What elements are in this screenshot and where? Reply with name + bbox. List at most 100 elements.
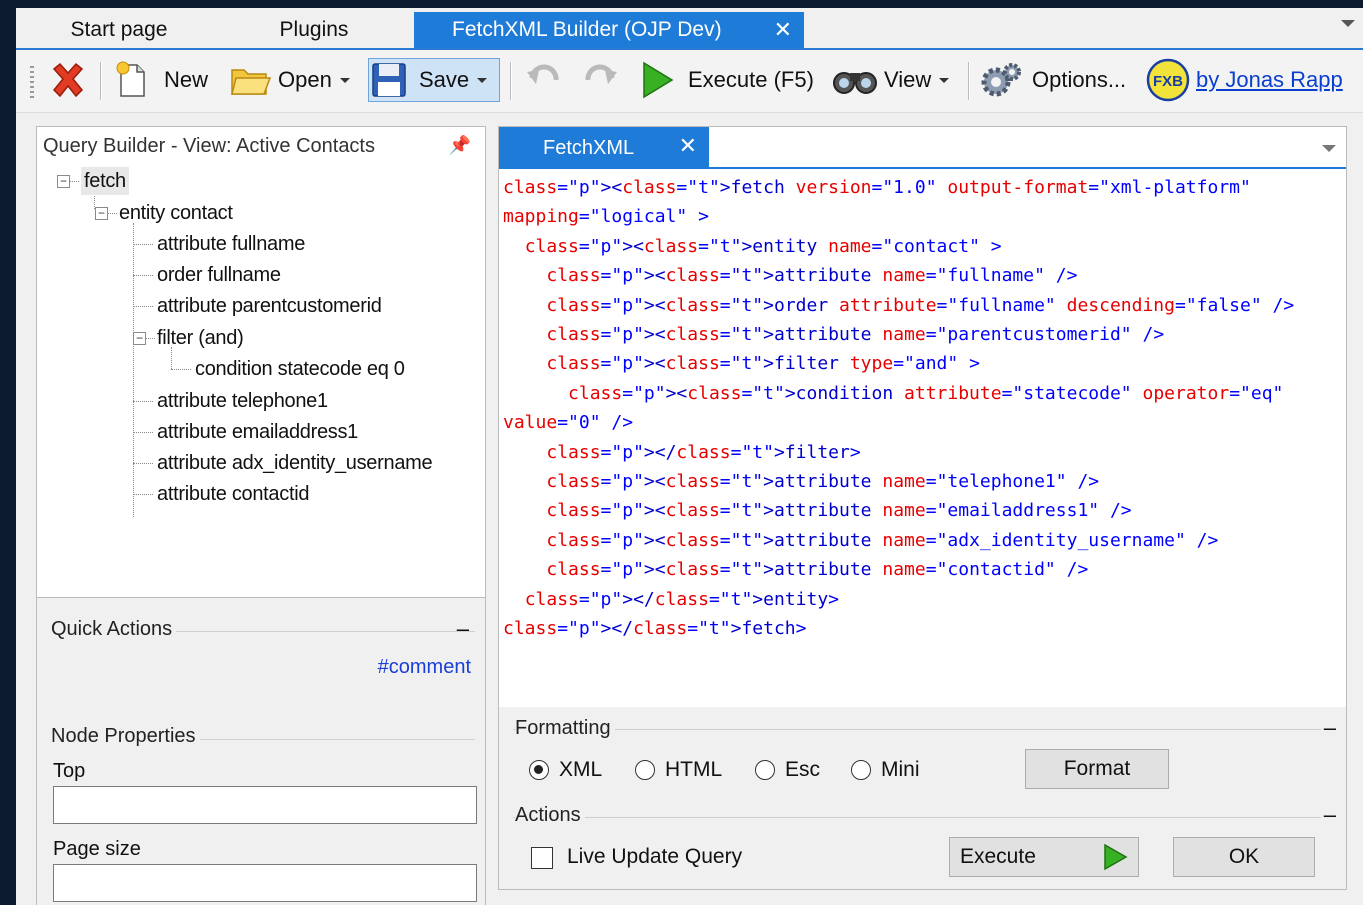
new-document-icon [116,61,145,97]
save-button[interactable]: Save [368,58,500,102]
tab-label: Plugins [279,18,349,41]
toolbar: New Open Save Execute (F5) View Options.… [16,50,1363,113]
tab-plugins[interactable]: Plugins [216,12,412,48]
tab-fetchxml[interactable]: FetchXML ✕ [499,127,709,167]
top-input[interactable] [53,786,477,824]
tree-node[interactable]: attribute emailaddress1 [157,418,358,446]
tree-connector [171,369,191,370]
tree-node[interactable]: attribute adx_identity_username [157,449,433,477]
tree-node[interactable]: attribute parentcustomerid [157,292,382,320]
collapse-fetch-icon[interactable]: − [57,175,70,188]
open-button[interactable]: Open [228,58,350,102]
fetchxml-editor[interactable]: class="p"><class="t">fetch version="1.0"… [503,173,1333,644]
ok-button[interactable]: OK [1173,837,1315,877]
tree-node-condition[interactable]: condition statecode eq 0 [195,355,405,383]
close-icon[interactable]: ✕ [774,12,792,48]
tree-node[interactable]: attribute fullname [157,230,305,258]
author-link[interactable]: FXB by Jonas Rapp [1146,58,1343,102]
query-builder-panel: Query Builder - View: Active Contacts 📌 … [36,126,486,905]
radio-html[interactable]: HTML [635,758,722,782]
tree-connector [145,338,155,339]
execute-button-label: Execute [960,845,1036,868]
radio-label: HTML [665,758,723,781]
tree-node[interactable]: attribute contactid [157,480,309,508]
fxb-logo-icon: FXB [1146,58,1190,102]
tree-node[interactable]: order fullname [157,261,281,289]
tab-fetchxml-builder[interactable]: FetchXML Builder (OJP Dev) ✕ [414,12,804,48]
dropdown-arrow-icon [339,77,350,83]
collapse-formatting-icon[interactable]: – [1324,715,1336,741]
gears-icon [981,63,1021,97]
redo-icon [585,64,617,84]
tree-connector [133,306,153,307]
folder-icon [231,69,272,95]
tree-connector [133,275,153,276]
live-update-label: Live Update Query [567,845,743,868]
radio-button[interactable] [755,760,775,780]
format-button[interactable]: Format [1025,749,1169,789]
toolbar-separator [510,62,511,100]
save-label: Save [419,67,470,92]
tree-connector [69,181,79,182]
execute-toolbar-button[interactable]: Execute (F5) [638,58,814,102]
query-tree[interactable]: − − − fetch entity contact attribute ful… [37,167,485,607]
radio-button[interactable] [529,760,549,780]
tab-list-dropdown-icon[interactable] [1341,20,1355,27]
collapse-quick-actions-icon[interactable]: – [457,616,469,642]
tree-connector [133,463,153,464]
tab-underline [499,167,1346,169]
radio-button[interactable] [851,760,871,780]
tree-node-fetch[interactable]: fetch [81,167,129,195]
radio-esc[interactable]: Esc [755,758,820,782]
undo-icon [527,64,559,84]
tree-connector [133,244,153,245]
view-label: View [884,67,932,92]
left-lower-panel: Quick Actions – #comment Node Properties… [37,597,485,905]
collapse-entity-icon[interactable]: − [95,207,108,220]
author-link-text[interactable]: by Jonas Rapp [1196,67,1343,93]
toolbar-separator [100,62,101,100]
tab-label: FetchXML Builder (OJP Dev) [452,18,722,41]
binoculars-icon [833,72,877,94]
chevron-down-icon[interactable] [1322,145,1336,152]
page-size-label: Page size [53,838,141,860]
pin-icon[interactable]: 📌 [449,135,471,156]
radio-xml[interactable]: XML [529,758,602,782]
collapse-filter-icon[interactable]: − [133,332,146,345]
group-divider [513,817,1321,818]
tree-node-entity[interactable]: entity contact [119,199,233,227]
tab-start-page[interactable]: Start page [24,12,214,48]
close-icon[interactable]: ✕ [679,125,697,167]
tab-label: FetchXML [543,137,635,159]
new-button[interactable]: New [112,58,208,102]
red-x-icon [52,62,84,98]
dropdown-arrow-icon [477,77,488,83]
execute-button[interactable]: Execute [949,837,1139,877]
collapse-actions-icon[interactable]: – [1324,802,1336,828]
live-update-checkbox[interactable] [531,847,553,869]
tree-node[interactable]: attribute telephone1 [157,387,328,415]
comment-link[interactable]: #comment [378,656,471,679]
document-tab-strip: Start page Plugins FetchXML Builder (OJP… [16,8,1363,50]
undo-button[interactable] [526,58,562,102]
tree-connector [133,223,134,517]
tree-node-filter[interactable]: filter (and) [157,324,244,352]
close-tool-button[interactable] [44,58,92,102]
tab-label: Start page [70,18,168,41]
radio-label: Mini [881,758,920,781]
page-size-input[interactable] [53,864,477,902]
dropdown-arrow-icon [939,77,950,83]
radio-label: Esc [785,758,821,781]
radio-button[interactable] [635,760,655,780]
options-button[interactable]: Options... [978,58,1126,102]
actions-label: Actions [515,804,585,827]
group-divider [513,729,1321,730]
panel-title: Query Builder - View: Active Contacts [43,135,375,157]
quick-actions-label: Quick Actions [51,618,177,641]
toolbar-grip[interactable] [30,66,34,98]
view-button[interactable]: View [832,58,950,102]
formatting-label: Formatting [515,717,615,740]
radio-mini[interactable]: Mini [851,758,920,782]
app-window: Start page Plugins FetchXML Builder (OJP… [16,8,1363,905]
redo-button[interactable] [582,58,618,102]
